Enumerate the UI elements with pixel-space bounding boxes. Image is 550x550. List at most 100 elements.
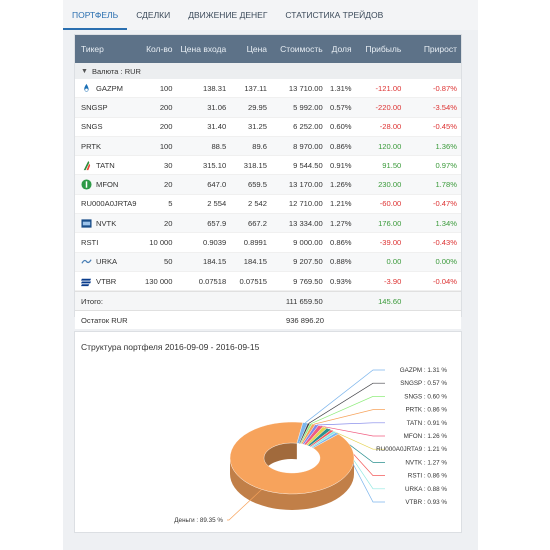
ticker-cell: SNGSP	[75, 103, 145, 112]
profit-cell: -220.00	[375, 102, 402, 112]
table-row[interactable]: PRTK 100 88.5 89.6 8 970.00 0.86% 120.00 1.36%	[75, 136, 461, 157]
tab-cashflow[interactable]: ДВИЖЕНИЕ ДЕНЕГ	[179, 0, 276, 30]
qty-cell: 30	[164, 160, 173, 170]
ticker-cell: NVTK	[75, 218, 145, 229]
price-cell: 667.2	[247, 218, 267, 228]
profit-cell: 120.00	[378, 141, 402, 151]
entry-price-cell: 138.31	[202, 83, 227, 93]
share-cell: 0.86%	[330, 238, 352, 248]
table-row[interactable]: MFON 20 647.0 659.5 13 170.00 1.26% 230.00 1.78…	[75, 175, 461, 195]
pie-label-3: PRTK : 0.86 %	[405, 407, 447, 414]
ticker-label: SNGSP	[81, 102, 108, 112]
table-row[interactable]: SNGS 200 31.40 31.25 6 252.00 0.60% -28.00 -0.4…	[75, 118, 461, 137]
ticker-label: PRTK	[81, 141, 102, 151]
pie-label-7: NVTK : 1.27 %	[405, 459, 447, 466]
share-cell: 0.86%	[330, 141, 352, 151]
value-cell: 13 170.00	[288, 180, 323, 190]
share-cell: 1.31%	[330, 83, 352, 93]
price-cell: 184.15	[243, 257, 267, 267]
share-cell: 1.27%	[330, 218, 352, 228]
profit-cell: 176.00	[378, 218, 402, 228]
entry-price-cell: 31.40	[207, 122, 227, 132]
uralkali-icon	[81, 256, 92, 267]
total-label: Итого:	[81, 296, 104, 306]
table-row[interactable]: VTBR 130 000 0.07518 0.07515 9 769.50 0.93% -3…	[75, 272, 461, 292]
pie-label-1: SNGSP : 0.57 %	[400, 380, 447, 387]
price-cell: 0.07515	[239, 276, 267, 286]
profit-cell: -3.90	[383, 276, 402, 286]
table-row[interactable]: NVTK 20 657.9 667.2 13 334.00 1.27% 176.00 1.34…	[75, 214, 461, 234]
tab-deals[interactable]: СДЕЛКИ	[127, 0, 179, 30]
share-cell: 0.88%	[330, 257, 352, 267]
header-price[interactable]: Цена	[230, 44, 271, 54]
app-frame: ПОРТФЕЛЬ СДЕЛКИ ДВИЖЕНИЕ ДЕНЕГ СТАТИСТИК…	[63, 0, 478, 550]
price-cell: 659.5	[247, 180, 267, 190]
entry-price-cell: 184.15	[202, 257, 227, 267]
ticker-cell: PRTK	[75, 142, 145, 151]
currency-group-row[interactable]: ▼ Валюта : RUR	[75, 63, 461, 79]
header-entry-price[interactable]: Цена входа	[177, 44, 231, 54]
value-cell: 13 710.00	[288, 83, 323, 93]
currency-group-label: Валюта : RUR	[91, 66, 141, 76]
growth-cell: 0.97%	[435, 160, 457, 170]
profit-cell: 230.00	[378, 180, 402, 190]
share-cell: 0.60%	[330, 122, 352, 132]
pie-label-0: GAZPM : 1.31 %	[400, 367, 448, 374]
table-row[interactable]: TATN 30 315.10 318.15 9 544.50 0.91% 91.50 0.97…	[75, 156, 461, 176]
qty-cell: 50	[164, 257, 173, 267]
share-cell: 1.26%	[330, 180, 352, 190]
header-profit[interactable]: Прибыль	[356, 44, 406, 54]
growth-cell: -0.87%	[432, 83, 457, 93]
table-row[interactable]: GAZPM 100 138.31 137.11 13 710.00 1.31% -121.0…	[75, 79, 461, 99]
header-value[interactable]: Стоимость	[271, 44, 327, 54]
ticker-cell: TATN	[75, 160, 145, 171]
table-row[interactable]: RU000A0JRTA9 5 2 554 2 542 12 710.00 1.21% -60…	[75, 195, 461, 215]
pie-label-9: URKA : 0.88 %	[405, 486, 447, 493]
header-ticker[interactable]: Тикер	[75, 44, 145, 54]
value-cell: 6 252.00	[293, 122, 323, 132]
pie-connector-1	[308, 382, 385, 424]
header-growth[interactable]: Прирост	[405, 44, 461, 54]
header-share[interactable]: Доля	[327, 44, 356, 54]
profit-cell: 91.50	[382, 160, 402, 170]
share-cell: 0.57%	[330, 102, 352, 112]
entry-price-cell: 647.0	[207, 180, 227, 190]
table-row[interactable]: URKA 50 184.15 184.15 9 207.50 0.88% 0.00 0.00%	[75, 252, 461, 272]
pie-label-6: RU000A0JRTA9 : 1.21 %	[376, 446, 447, 453]
qty-cell: 5	[168, 199, 173, 209]
entry-price-cell: 0.07518	[198, 276, 227, 286]
growth-cell: -0.43%	[432, 238, 457, 248]
pie-label-5: MFON : 1.26 %	[404, 433, 448, 440]
growth-cell: -0.47%	[432, 199, 457, 209]
ticker-cell: SNGS	[75, 122, 145, 131]
pie-connector-4	[316, 422, 385, 426]
qty-cell: 20	[164, 218, 173, 228]
value-cell: 9 000.00	[293, 238, 323, 248]
table-row[interactable]: SNGSP 200 31.06 29.95 5 992.00 0.57% -220.00 -3…	[75, 98, 461, 118]
ticker-label: MFON	[96, 180, 119, 190]
tab-trade-stats[interactable]: СТАТИСТИКА ТРЕЙДОВ	[276, 0, 392, 30]
price-cell: 2 542	[247, 199, 267, 209]
profit-cell: -39.00	[379, 238, 402, 248]
table-row[interactable]: RSTI 10 000 0.9039 0.8991 9 000.00 0.86% -39.0…	[75, 233, 461, 253]
total-row: Итого: 111 659.50 145.60	[75, 291, 461, 311]
chevron-down-icon[interactable]: ▼	[81, 68, 88, 75]
ticker-cell: RSTI	[75, 238, 145, 247]
qty-cell: 200	[159, 102, 173, 112]
pie-connector-3	[313, 409, 385, 425]
value-cell: 9 544.50	[293, 160, 323, 170]
tab-portfolio[interactable]: ПОРТФЕЛЬ	[63, 0, 128, 30]
profit-cell: 0.00	[386, 257, 402, 267]
ticker-label: GAZPM	[96, 83, 124, 93]
value-cell: 8 970.00	[293, 141, 323, 151]
header-qty[interactable]: Кол-во	[145, 44, 177, 54]
gazprom-icon	[81, 83, 92, 94]
price-cell: 29.95	[247, 102, 267, 112]
value-cell: 12 710.00	[288, 199, 323, 209]
qty-cell: 200	[159, 122, 173, 132]
growth-cell: -3.54%	[432, 102, 457, 112]
entry-price-cell: 315.10	[202, 160, 227, 170]
ticker-cell: RU000A0JRTA9	[75, 199, 145, 208]
price-cell: 318.15	[243, 160, 267, 170]
share-cell: 0.91%	[330, 160, 352, 170]
